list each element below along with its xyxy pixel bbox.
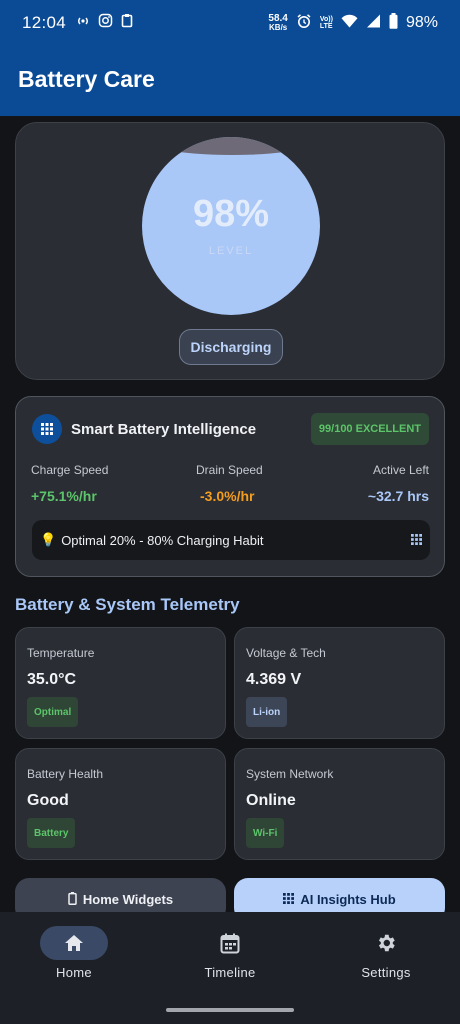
system-network-tile[interactable]: System Network Online Wi-Fi: [234, 748, 445, 860]
status-badge: Wi-Fi: [246, 818, 285, 848]
charge-speed-value: +75.1%/hr: [31, 488, 97, 504]
nav-item-timeline[interactable]: Timeline: [170, 926, 290, 980]
charging-habit-row[interactable]: 💡 Optimal 20% - 80% Charging Habit: [32, 520, 430, 560]
hotspot-icon: [76, 14, 90, 33]
nav-item-settings[interactable]: Settings: [326, 926, 446, 980]
lightbulb-icon: 💡: [40, 532, 57, 547]
nav-item-home[interactable]: Home: [14, 926, 134, 980]
ai-insights-hub-label: AI Insights Hub: [300, 892, 396, 907]
calendar-icon: [196, 926, 264, 960]
volte-indicator: Vo)) LTE: [319, 16, 333, 30]
net-speed: 58.4 KB/s: [268, 13, 288, 32]
voltage-tile[interactable]: Voltage & Tech 4.369 V Li-ion: [234, 627, 445, 739]
grid-icon: [32, 414, 62, 444]
nav-label-settings: Settings: [361, 965, 411, 980]
gear-icon: [352, 926, 420, 960]
tile-label: System Network: [246, 767, 334, 781]
alarm-icon: [296, 13, 312, 34]
home-icon: [40, 926, 108, 960]
tile-label: Voltage & Tech: [246, 646, 326, 660]
temperature-tile[interactable]: Temperature 35.0°C Optimal: [15, 627, 226, 739]
page-title: Battery Care: [18, 66, 155, 92]
tile-value: 4.369 V: [246, 671, 302, 688]
status-badge: Optimal: [27, 697, 79, 727]
tile-value: Online: [246, 792, 296, 809]
health-score-badge: 99/100 EXCELLENT: [310, 413, 429, 445]
battery-level-card: 98% LEVEL Discharging: [15, 122, 445, 380]
status-badge: Li-ion: [246, 697, 288, 727]
home-widgets-label: Home Widgets: [82, 892, 174, 907]
liquid-wave: [142, 137, 320, 155]
battery-level-caption: LEVEL: [208, 245, 254, 257]
tile-value: Good: [27, 792, 69, 809]
intelligence-title: Smart Battery Intelligence: [71, 421, 257, 438]
tile-value: 35.0°C: [27, 671, 77, 688]
status-bar: 12:04 58.4 KB/s Vo)) LTE 98%: [0, 0, 460, 46]
active-left-value: ~32.7 hrs: [367, 488, 429, 504]
charging-habit-text: Optimal 20% - 80% Charging Habit: [61, 532, 264, 548]
grid-icon: [411, 533, 422, 548]
battery-level-gauge: 98% LEVEL: [142, 137, 320, 315]
instagram-icon: [98, 13, 113, 33]
battery-outline-icon: [68, 892, 77, 908]
status-battery-percent: 98%: [405, 14, 438, 31]
telemetry-section-title: Battery & System Telemetry: [15, 595, 240, 614]
nav-label-timeline: Timeline: [204, 965, 256, 980]
charging-state-chip[interactable]: Discharging: [179, 329, 283, 365]
grid-icon: [283, 892, 295, 907]
tile-label: Battery Health: [27, 767, 104, 781]
nav-label-home: Home: [56, 965, 92, 980]
status-time: 12:04: [22, 13, 67, 32]
drain-speed-value: -3.0%/hr: [200, 488, 255, 504]
gesture-handle[interactable]: [166, 1008, 294, 1012]
smart-intelligence-card[interactable]: Smart Battery Intelligence 99/100 EXCELL…: [15, 396, 445, 577]
battery-level-percent: 98%: [192, 193, 270, 235]
status-badge: Battery: [27, 818, 76, 848]
battery-health-tile[interactable]: Battery Health Good Battery: [15, 748, 226, 860]
signal-icon: [366, 14, 381, 33]
charge-speed-label: Charge Speed: [31, 463, 109, 477]
clipboard-icon: [121, 13, 133, 33]
app-bar: 12:04 58.4 KB/s Vo)) LTE 98% Battery Car…: [0, 0, 460, 116]
wifi-icon: [341, 14, 358, 33]
battery-icon: [389, 12, 398, 34]
drain-speed-label: Drain Speed: [196, 463, 263, 477]
active-left-label: Active Left: [372, 463, 429, 477]
tile-label: Temperature: [27, 646, 95, 660]
